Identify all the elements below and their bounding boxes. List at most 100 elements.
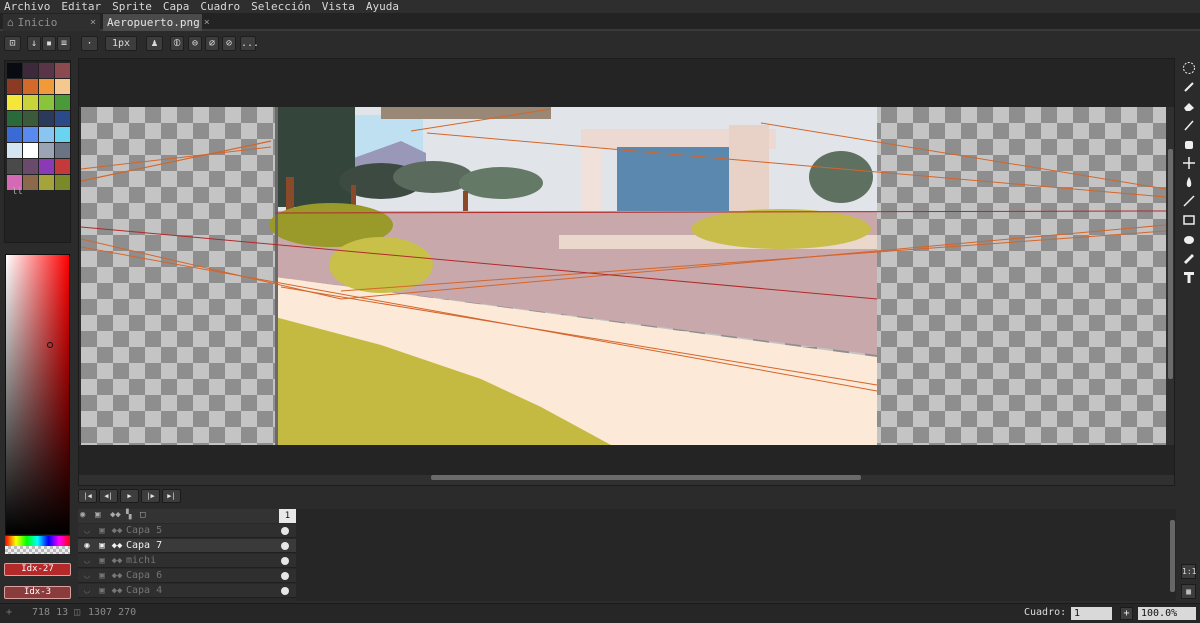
palette-swatch[interactable] [7,111,22,126]
palette-swatch[interactable] [23,95,38,110]
lock-toggle-icon[interactable]: ▣ [95,585,109,597]
vertical-scrollbar[interactable] [1168,149,1173,379]
close-icon[interactable]: × [90,17,96,28]
symmetry-h-icon[interactable]: ⊖ [188,36,202,51]
zoom-field[interactable]: 100.0% [1138,607,1196,620]
layer-row[interactable]: ◉ ▣ ◆◆ Capa 7 [78,539,296,553]
palette-swatch[interactable] [55,159,70,174]
close-icon[interactable]: × [204,17,210,28]
palette-swatch[interactable] [7,143,22,158]
frame-number[interactable]: 1 [279,509,296,523]
palette-swatch[interactable] [39,111,54,126]
line-tool-icon[interactable] [1180,192,1198,210]
continuous-toggle-icon[interactable]: ◆◆ [110,585,124,597]
lock-toggle-icon[interactable]: ▣ [95,525,109,537]
palette-swatch[interactable] [23,175,38,190]
palette-swatch[interactable] [23,111,38,126]
visibility-eye-icon[interactable]: ◉ [80,540,94,552]
palette-swatch[interactable] [39,127,54,142]
lock-icon[interactable]: ⊡ [4,36,21,51]
symmetry-v-icon[interactable]: ⦶ [170,36,184,51]
download-icon[interactable]: ↓ [27,36,41,51]
eye-icon[interactable]: ◉ [80,510,94,520]
palette-swatch[interactable] [55,127,70,142]
next-frame-icon[interactable]: |▶ [141,489,160,503]
layer-row[interactable]: ◡ ▣ ◆◆ michi [78,554,296,568]
tab-file[interactable]: Aeropuerto.png × [103,14,210,31]
lock-toggle-icon[interactable]: ▣ [95,540,109,552]
lock-toggle-icon[interactable]: ▣ [95,555,109,567]
hand-tool-icon[interactable] [1180,135,1198,153]
sprite-canvas[interactable] [81,107,1166,445]
continuous-toggle-icon[interactable]: ◆◆ [110,525,124,537]
menu-capa[interactable]: Capa [163,0,190,13]
timeline-scrollbar[interactable] [1170,520,1175,592]
timeline-properties-button[interactable]: ▦ [1181,584,1196,599]
continuous-toggle-icon[interactable]: ◆◆ [110,570,124,582]
cel-dot[interactable] [281,587,289,595]
palette-swatch[interactable] [39,63,54,78]
pixel-perfect-icon[interactable]: ⌀ [205,36,219,51]
layer-row[interactable]: ◡ ▣ ◆◆ Capa 4 [78,584,296,598]
frame-input[interactable]: 1 [1071,607,1112,620]
new-layer-icon[interactable]: □ [140,510,154,520]
visibility-eye-icon[interactable]: ◡ [80,525,94,537]
palette-resize-handle[interactable]: ll [12,187,23,197]
menu-seleccion[interactable]: Selección [251,0,311,13]
fill-tool-icon[interactable] [1180,173,1198,191]
horizontal-scrollbar[interactable] [431,475,861,480]
palette-swatch[interactable] [55,95,70,110]
add-frame-button[interactable]: + [1120,607,1133,620]
palette-swatch[interactable] [39,175,54,190]
zoom-1to1-button[interactable]: 1:1 [1181,564,1196,579]
cel-dot[interactable] [281,542,289,550]
pencil-tool-icon[interactable] [1180,78,1198,96]
eyedropper-tool-icon[interactable] [1180,116,1198,134]
palette-swatch[interactable] [7,127,22,142]
foreground-color-button[interactable]: Idx-27 [4,563,71,576]
text-tool-icon[interactable] [1180,268,1198,286]
palette-swatch[interactable] [23,79,38,94]
continuous-icon[interactable]: ◆◆ [110,510,124,520]
palette-swatch[interactable] [7,159,22,174]
palette-swatch[interactable] [7,79,22,94]
brush-size-field[interactable]: 1px [105,36,137,51]
visibility-eye-icon[interactable]: ◡ [80,585,94,597]
eraser-tool-icon[interactable] [1180,97,1198,115]
sprite-editor[interactable] [78,58,1175,486]
contour-tool-icon[interactable] [1180,230,1198,248]
menu-archivo[interactable]: Archivo [4,0,50,13]
lock-icon[interactable]: ▣ [95,510,109,520]
background-color-button[interactable]: Idx-3 [4,586,71,599]
page-icon[interactable]: ▪ [42,36,56,51]
palette-swatch[interactable] [55,175,70,190]
palette-swatch[interactable] [23,127,38,142]
cels-area[interactable] [296,509,1176,601]
palette-swatch[interactable] [39,79,54,94]
palette-swatch[interactable] [39,143,54,158]
previous-frame-icon[interactable]: ◀| [99,489,118,503]
palette-swatch[interactable] [55,79,70,94]
menu-ayuda[interactable]: Ayuda [366,0,399,13]
cel-dot[interactable] [281,527,289,535]
menu-lines-icon[interactable]: ≡ [57,36,71,51]
palette-swatch[interactable] [23,63,38,78]
color-picker-cursor[interactable] [47,342,53,348]
play-icon[interactable]: ▶ [120,489,139,503]
no-symmetry-icon[interactable]: ⊘ [222,36,236,51]
palette-swatch[interactable] [39,95,54,110]
move-tool-icon[interactable] [1180,154,1198,172]
layer-row[interactable]: ◡ ▣ ◆◆ Capa 6 [78,569,296,583]
dot-brush-icon[interactable]: · [81,36,98,51]
palette-swatch[interactable] [23,143,38,158]
palette-swatch[interactable] [23,159,38,174]
palette-swatch[interactable] [7,63,22,78]
cel-dot[interactable] [281,557,289,565]
menu-sprite[interactable]: Sprite [112,0,152,13]
layer-row[interactable]: ◡ ▣ ◆◆ Capa 5 [78,524,296,538]
palette-swatch[interactable] [55,143,70,158]
menu-cuadro[interactable]: Cuadro [200,0,240,13]
visibility-eye-icon[interactable]: ◡ [80,570,94,582]
last-frame-icon[interactable]: ▶| [162,489,181,503]
palette-swatch[interactable] [7,95,22,110]
